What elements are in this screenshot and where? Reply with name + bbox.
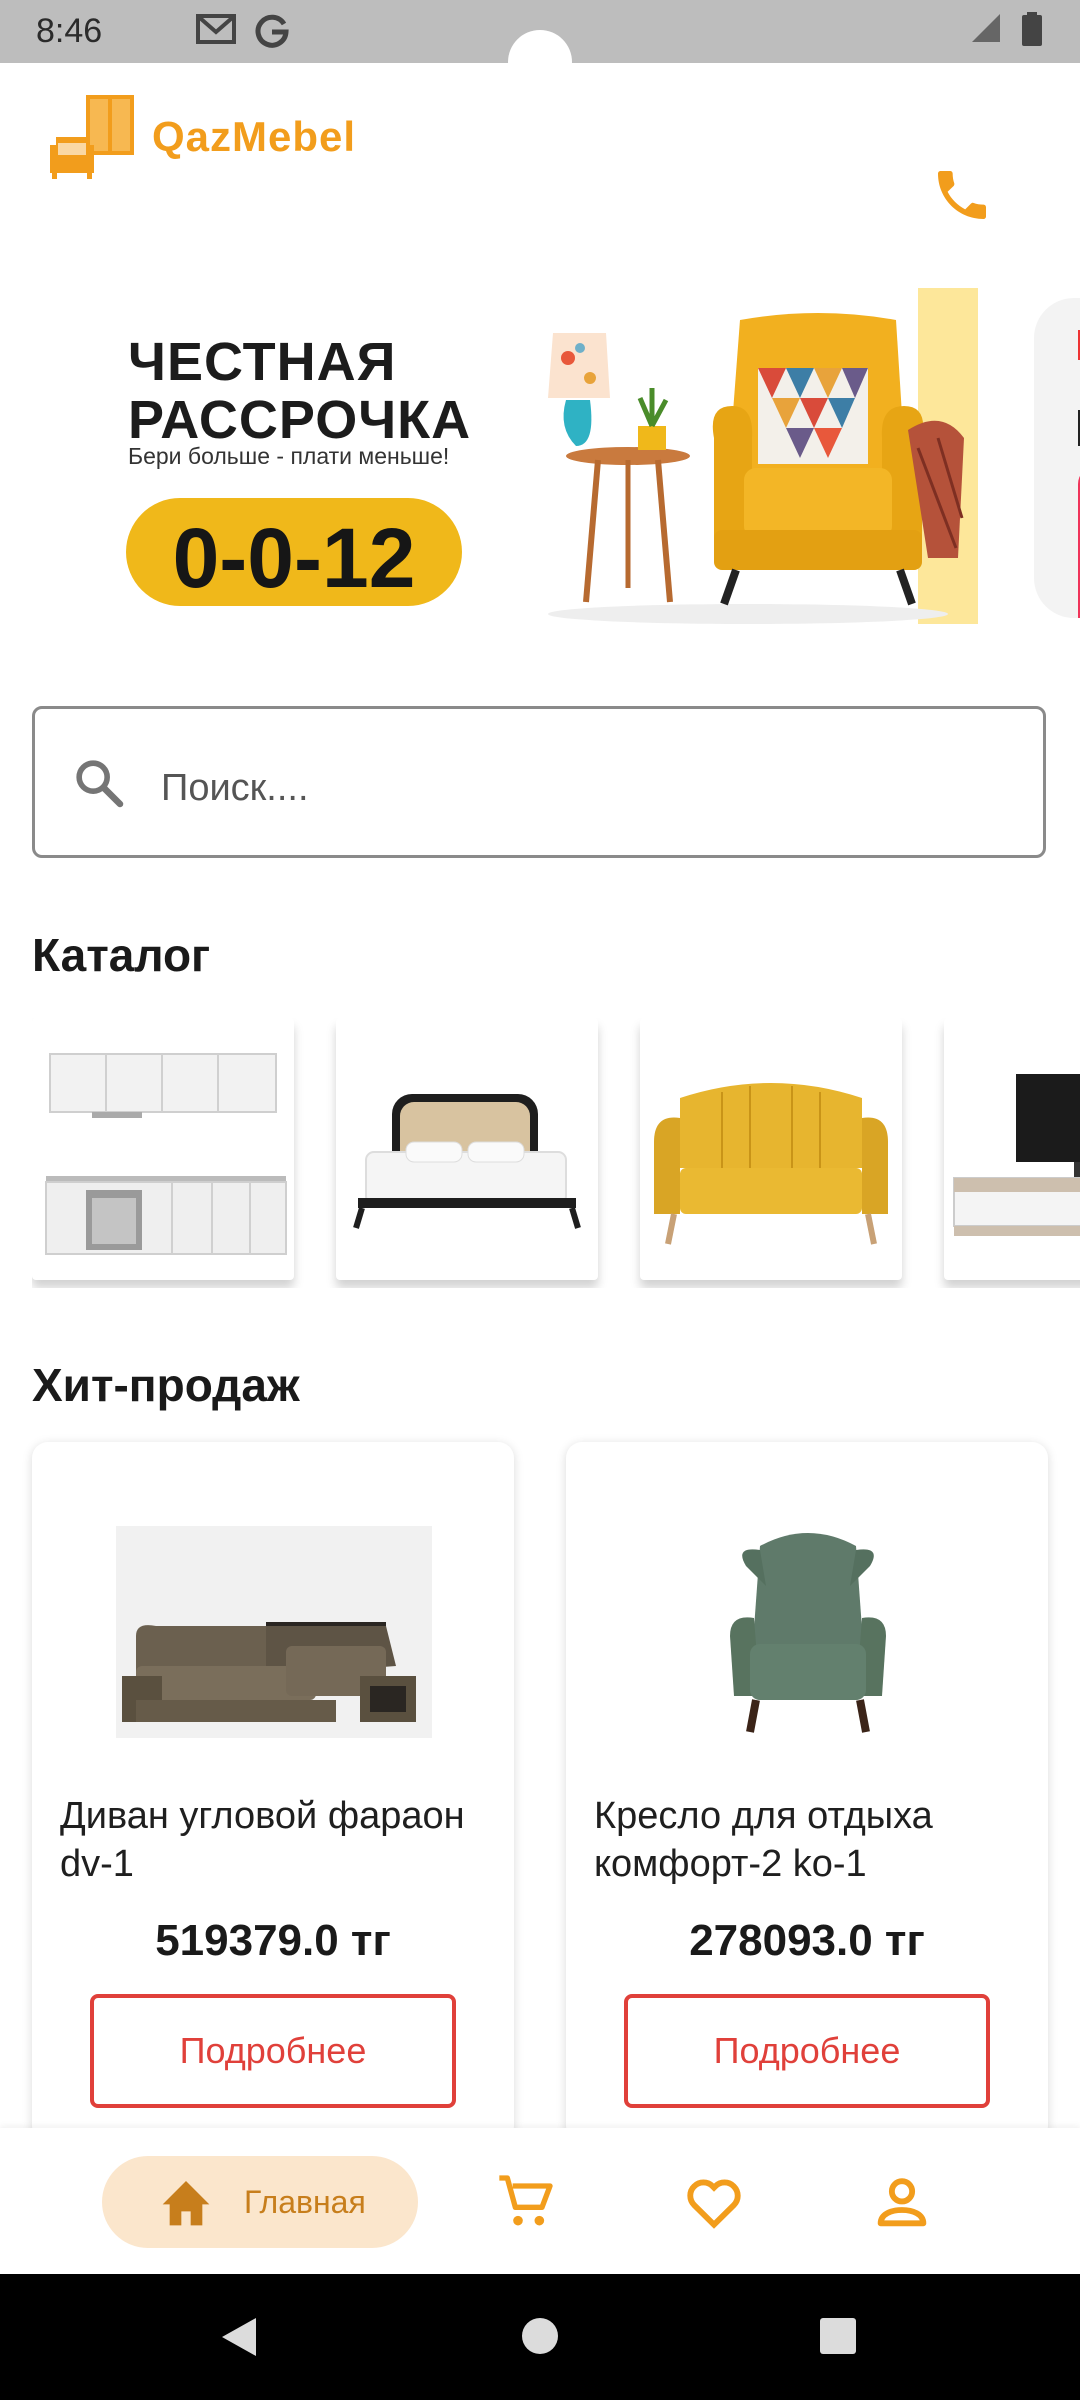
back-icon[interactable] xyxy=(216,2314,260,2360)
banner-title-line2: РАССРОЧКА xyxy=(128,390,472,450)
brand-name[interactable]: QazMebel xyxy=(152,113,356,161)
sofa-image xyxy=(654,1083,888,1245)
system-navigation-bar xyxy=(0,2274,1080,2400)
tv-stand-image xyxy=(953,1074,1080,1236)
product-card[interactable]: Диван угловой фараон dv-1 519379.0 тг По… xyxy=(32,1442,514,2142)
corner-sofa-image xyxy=(116,1526,432,1738)
search-input[interactable] xyxy=(159,757,1013,819)
product-price: 519379.0 тг xyxy=(155,1916,391,1965)
banner-title-line1: ЧЕСТНАЯ xyxy=(128,332,397,392)
catalog-item-beds[interactable] xyxy=(336,1018,598,1280)
bottom-navigation: Главная xyxy=(0,2128,1080,2274)
status-time: 8:46 xyxy=(36,12,103,50)
recents-icon[interactable] xyxy=(818,2316,858,2356)
nav-home-label: Главная xyxy=(244,2184,366,2220)
banner-subtitle: Бери больше - плати меньше! xyxy=(128,443,450,469)
details-button[interactable]: Подробнее xyxy=(624,1994,990,2108)
google-icon xyxy=(255,14,289,48)
catalog-carousel[interactable] xyxy=(32,1018,1080,1288)
banner-title: ЧЕСТНАЯ РАССРОЧКА xyxy=(128,333,471,449)
app-header: QazMebel xyxy=(0,63,1080,219)
search-icon xyxy=(76,760,124,808)
brand-logo-icon xyxy=(50,95,134,179)
signal-icon xyxy=(972,14,1000,42)
product-name: Диван угловой фараон dv-1 xyxy=(60,1795,465,1885)
profile-icon[interactable] xyxy=(870,2170,934,2234)
bestsellers-title: Хит-продаж xyxy=(32,1359,300,1411)
home-icon xyxy=(162,2181,210,2226)
product-name: Кресло для отдыха комфорт-2 ko-1 xyxy=(594,1795,933,1885)
bed-image xyxy=(353,1094,581,1229)
battery-icon xyxy=(1022,12,1042,46)
home-circle-icon[interactable] xyxy=(520,2316,560,2356)
armchair-image xyxy=(730,1533,886,1733)
promo-text: 0-0-12 xyxy=(172,511,416,605)
product-card[interactable]: Кресло для отдыха комфорт-2 ko-1 278093.… xyxy=(566,1442,1048,2142)
promo-banner[interactable]: ЧЕСТНАЯ РАССРОЧКА Бери больше - плати ме… xyxy=(78,288,978,628)
catalog-item-kitchen[interactable] xyxy=(32,1018,294,1280)
banner-armchair-image xyxy=(548,288,978,624)
bestsellers-list: Диван угловой фараон dv-1 519379.0 тг По… xyxy=(0,1442,1080,2142)
details-button[interactable]: Подробнее xyxy=(90,1994,456,2108)
gmail-icon xyxy=(196,14,236,44)
next-banner-preview[interactable] xyxy=(1034,298,1080,618)
catalog-item-tv-stands[interactable] xyxy=(944,1018,1080,1280)
nav-home[interactable]: Главная xyxy=(102,2156,418,2248)
search-bar[interactable] xyxy=(32,706,1046,858)
kitchen-image xyxy=(45,1053,287,1255)
product-price: 278093.0 тг xyxy=(689,1916,925,1965)
catalog-title: Каталог xyxy=(32,929,211,981)
cart-icon[interactable] xyxy=(494,2170,558,2234)
phone-icon[interactable] xyxy=(930,163,994,227)
catalog-item-sofas[interactable] xyxy=(640,1018,902,1280)
promo-badge: 0-0-12 xyxy=(126,498,462,606)
heart-icon[interactable] xyxy=(682,2170,746,2234)
